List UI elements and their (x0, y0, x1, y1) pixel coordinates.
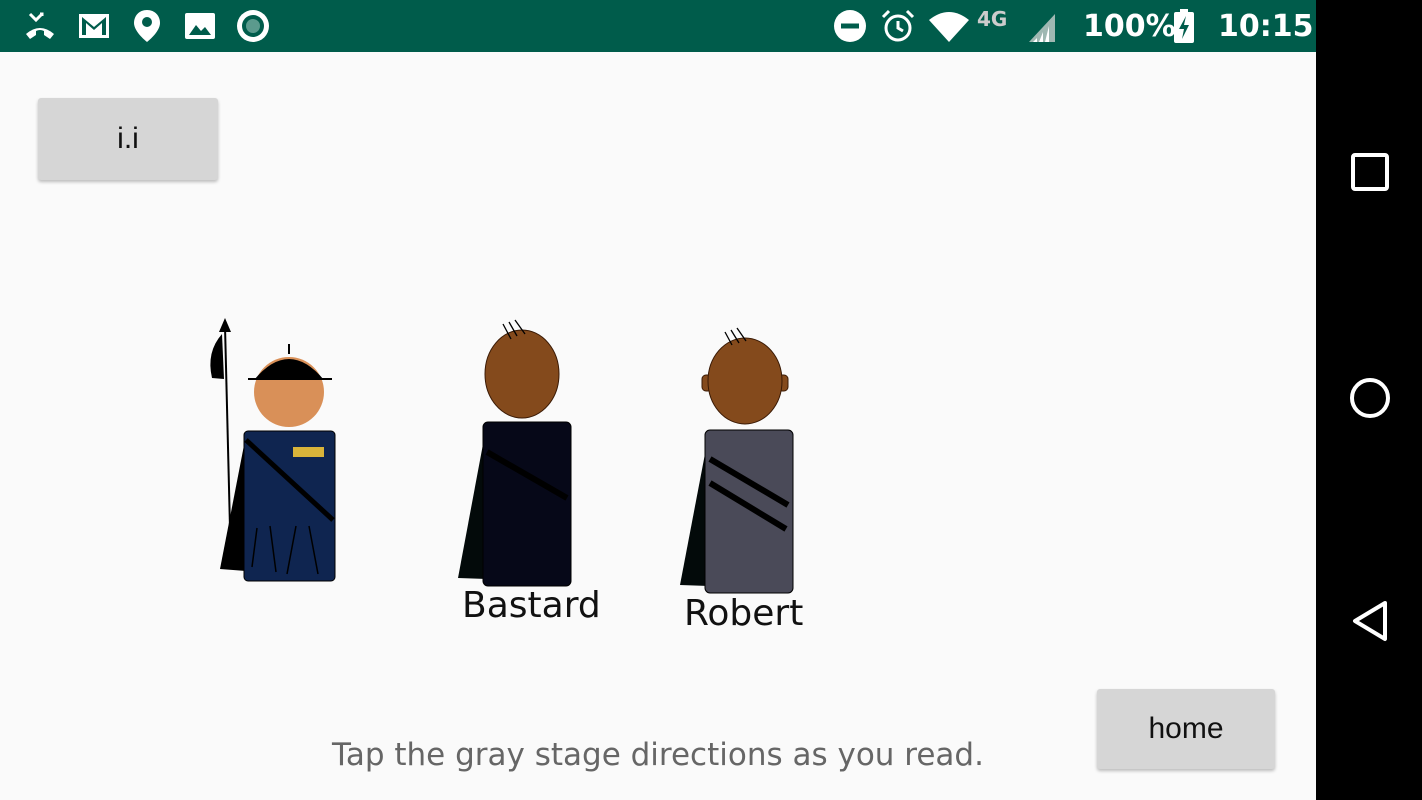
signal-icon: 4G (977, 8, 1055, 42)
app-content: i.i Bastard Robert home Tap the gray sta… (0, 52, 1316, 800)
network-type-label: 4G (977, 8, 1007, 31)
alarm-icon (881, 9, 915, 42)
character-bastard[interactable] (458, 319, 572, 587)
spear-pennant (210, 334, 224, 379)
gmail-icon (79, 14, 109, 38)
do-not-disturb-icon (834, 10, 866, 42)
character-guard[interactable] (210, 318, 336, 582)
recent-apps-icon[interactable] (1349, 151, 1391, 193)
guard-helmet (254, 359, 324, 380)
back-icon[interactable] (1349, 600, 1391, 642)
robert-tunic (704, 429, 794, 594)
stage (210, 318, 794, 594)
battery-charging-icon (1174, 9, 1194, 43)
battery-percentage: 100% (1083, 9, 1176, 44)
bastard-head (484, 329, 560, 419)
navigation-bar (1316, 0, 1422, 800)
missed-call-icon (26, 12, 54, 39)
spear-shaft (224, 325, 231, 529)
character-label-bastard: Bastard (462, 585, 601, 626)
location-pin-icon (134, 10, 160, 42)
status-bar: 4G 100% 10:15 (0, 0, 1316, 52)
spear-tip (219, 318, 231, 332)
instruction-text: Tap the gray stage directions as you rea… (332, 737, 984, 773)
image-icon (185, 13, 215, 39)
clock: 10:15 (1218, 9, 1314, 44)
home-nav-icon[interactable] (1349, 377, 1391, 419)
bastard-tunic (482, 421, 572, 587)
record-icon (237, 10, 269, 42)
character-label-robert: Robert (684, 593, 804, 634)
guard-cape (220, 440, 246, 571)
guard-badge (293, 447, 324, 457)
wifi-icon (929, 12, 969, 42)
character-robert[interactable] (680, 327, 794, 594)
robert-head (707, 337, 783, 425)
